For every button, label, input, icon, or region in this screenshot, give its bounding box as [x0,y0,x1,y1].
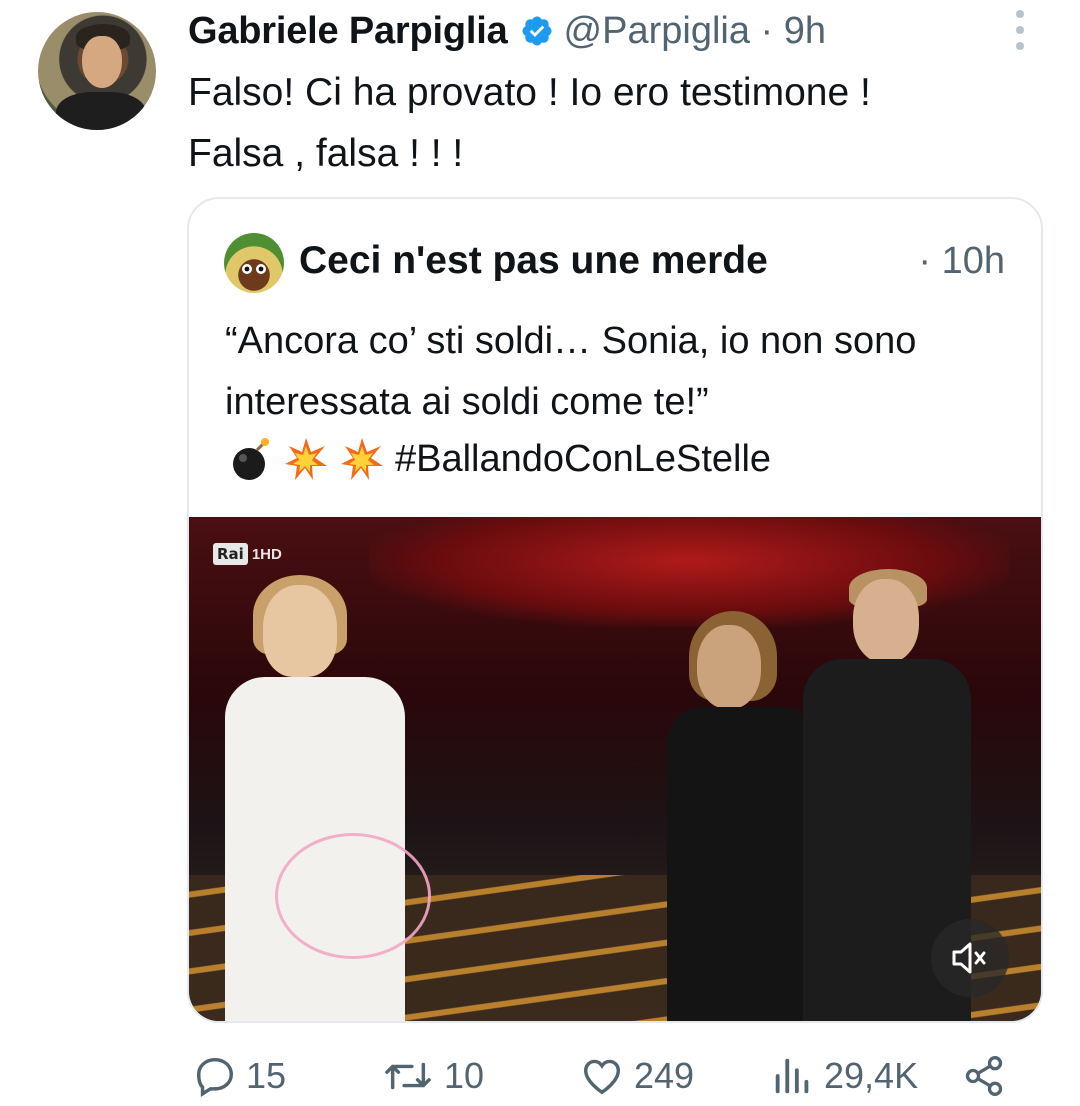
hashtag-link[interactable]: #BallandoConLeStelle [395,438,771,481]
tweet-text: Falso! Ci ha provato ! Io ero testimone … [188,71,871,175]
author-handle-time[interactable]: @Parpiglia · 9h [564,10,826,53]
views-chart-icon [775,1058,809,1094]
retweet-button[interactable]: 10 [380,1046,484,1106]
avatar-eyes-icon [242,264,266,274]
person-center-black-outfit [667,707,817,1021]
quoted-time: · 10h [918,240,1005,282]
views-button[interactable]: 29,4K [770,1046,918,1106]
mute-button[interactable] [931,919,1009,997]
views-count: 29,4K [824,1055,919,1096]
quoted-author-name: Ceci n'est pas une merde [299,239,768,282]
collision-emoji [285,438,327,480]
more-options-icon[interactable] [1008,10,1032,50]
quoted-tweet-card[interactable]: Ceci n'est pas une merde · 10h “Ancora c… [187,197,1043,1023]
collision-emoji [341,438,383,480]
video-player[interactable]: Rai 1HD [189,517,1041,1021]
retweet-count: 10 [444,1055,485,1096]
retweet-icon [385,1062,431,1090]
person-right-head [853,579,919,663]
avatar-face [82,36,122,88]
bomb-emoji [233,438,269,480]
verified-badge-icon [522,16,552,46]
quoted-emoji-hashtag-row: #BallandoConLeStelle [227,431,771,487]
share-icon [965,1056,1003,1096]
speaker-muted-icon [952,942,986,974]
person-center-head [697,625,761,709]
author-avatar[interactable] [38,12,156,130]
channel-logo-suffix: 1HD [251,545,282,563]
like-button[interactable]: 249 [578,1046,694,1106]
avatar-shirt [56,92,146,130]
watermark-logo [275,833,431,959]
share-button[interactable] [962,1046,1006,1106]
reply-button[interactable]: 15 [192,1046,286,1106]
tweet-header: Gabriele Parpiglia @Parpiglia · 9h [188,6,826,56]
channel-logo: Rai 1HD [213,543,282,565]
author-name[interactable]: Gabriele Parpiglia [188,10,508,53]
reply-count: 15 [246,1055,287,1096]
quoted-author-avatar [224,233,284,293]
quoted-tweet-text: “Ancora co’ sti soldi… Sonia, io non son… [225,320,917,423]
channel-logo-text: Rai [213,543,248,565]
heart-icon [583,1059,621,1095]
tweet-action-bar: 15 10 249 29,4K [0,1046,1080,1106]
person-left-head [263,585,337,677]
like-count: 249 [634,1055,695,1096]
reply-icon [196,1057,234,1097]
